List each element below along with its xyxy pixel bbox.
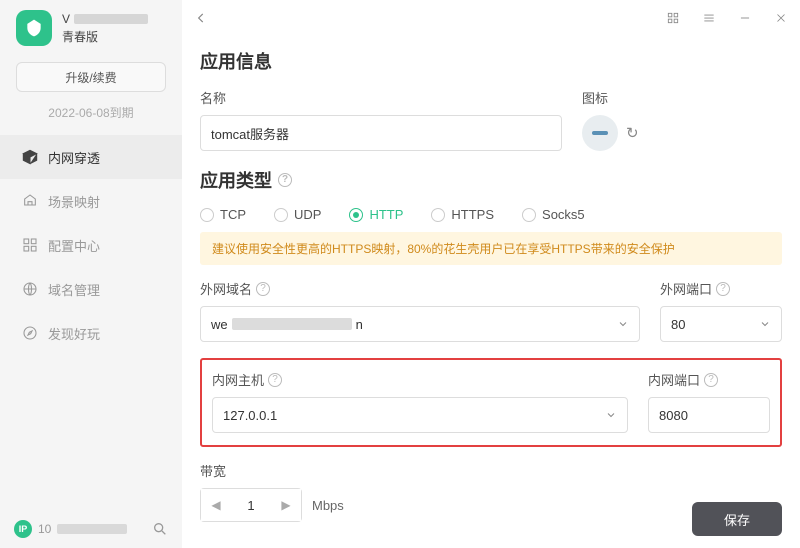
internal-host-highlight: 内网主机 ? 127.0.0.1 内网端口 ? bbox=[200, 358, 782, 447]
section-app-type: 应用类型 ? bbox=[200, 167, 782, 193]
radio-https[interactable]: HTTPS bbox=[431, 207, 494, 222]
sidebar: V 青春版 升级/续费 2022-06-08到期 内网穿透 场景映射 配置中心 bbox=[0, 0, 182, 548]
cube-icon bbox=[22, 149, 38, 165]
globe-icon bbox=[22, 281, 38, 297]
int-port-field[interactable] bbox=[659, 408, 759, 423]
protocol-radios: TCP UDP HTTP HTTPS Socks5 bbox=[200, 207, 782, 222]
edition-label: 青春版 bbox=[62, 28, 148, 45]
bandwidth-unit: Mbps bbox=[312, 498, 344, 513]
app-icon[interactable] bbox=[582, 115, 618, 151]
nav-config[interactable]: 配置中心 bbox=[0, 223, 182, 267]
nav-item-label: 内网穿透 bbox=[48, 148, 100, 167]
profile-block: V 青春版 bbox=[0, 0, 182, 52]
username-first-char: V bbox=[62, 12, 70, 26]
nav-tunnel[interactable]: 内网穿透 bbox=[0, 135, 182, 179]
minimize-icon[interactable] bbox=[738, 11, 752, 25]
nav-item-label: 配置中心 bbox=[48, 236, 100, 255]
int-host-label: 内网主机 ? bbox=[212, 370, 628, 389]
help-icon[interactable]: ? bbox=[704, 373, 718, 387]
help-icon[interactable]: ? bbox=[716, 282, 730, 296]
radio-tcp[interactable]: TCP bbox=[200, 207, 246, 222]
reload-icon[interactable]: ↻ bbox=[626, 124, 639, 142]
sidebar-footer: IP 10 bbox=[0, 510, 182, 548]
nav-item-label: 域名管理 bbox=[48, 280, 100, 299]
ip-mask bbox=[57, 524, 127, 534]
bandwidth-stepper[interactable]: ◀ 1 ▶ bbox=[200, 488, 302, 522]
close-icon[interactable] bbox=[774, 11, 788, 25]
help-icon[interactable]: ? bbox=[268, 373, 282, 387]
username-line: V bbox=[62, 12, 148, 26]
ext-port-select[interactable]: 80 bbox=[660, 306, 782, 342]
bandwidth-label: 带宽 bbox=[200, 461, 782, 480]
ip-badge: IP bbox=[14, 520, 32, 538]
chevron-down-icon bbox=[617, 318, 629, 330]
bandwidth-value: 1 bbox=[231, 498, 271, 513]
stepper-dec[interactable]: ◀ bbox=[201, 489, 231, 521]
int-port-label: 内网端口 ? bbox=[648, 370, 770, 389]
ext-domain-select[interactable]: we n bbox=[200, 306, 640, 342]
name-label: 名称 bbox=[200, 88, 562, 107]
expire-text: 2022-06-08到期 bbox=[0, 104, 182, 121]
nav-item-label: 发现好玩 bbox=[48, 324, 100, 343]
upgrade-button[interactable]: 升级/续费 bbox=[16, 62, 166, 92]
name-input-field[interactable] bbox=[211, 126, 551, 141]
content: 应用信息 名称 图标 ↻ 应用类型 ? bbox=[182, 36, 800, 548]
ip-prefix: 10 bbox=[38, 522, 51, 536]
back-icon[interactable] bbox=[194, 11, 208, 25]
scene-icon bbox=[22, 193, 38, 209]
main: 应用信息 名称 图标 ↻ 应用类型 ? bbox=[182, 0, 800, 548]
menu-icon[interactable] bbox=[702, 11, 716, 25]
ext-port-label: 外网端口 ? bbox=[660, 279, 782, 298]
apps-icon[interactable] bbox=[666, 11, 680, 25]
section-app-info: 应用信息 bbox=[200, 48, 782, 74]
avatar bbox=[16, 10, 52, 46]
chevron-down-icon bbox=[605, 409, 617, 421]
ext-domain-label: 外网域名 ? bbox=[200, 279, 640, 298]
radio-socks5[interactable]: Socks5 bbox=[522, 207, 585, 222]
nav-domain[interactable]: 域名管理 bbox=[0, 267, 182, 311]
nav-item-label: 场景映射 bbox=[48, 192, 100, 211]
nav-scene[interactable]: 场景映射 bbox=[0, 179, 182, 223]
stepper-inc[interactable]: ▶ bbox=[271, 489, 301, 521]
help-icon[interactable]: ? bbox=[278, 173, 292, 187]
int-port-input[interactable] bbox=[648, 397, 770, 433]
chevron-down-icon bbox=[759, 318, 771, 330]
https-banner: 建议使用安全性更高的HTTPS映射，80%的花生壳用户已在享受HTTPS带来的安… bbox=[200, 232, 782, 265]
compass-icon bbox=[22, 325, 38, 341]
save-button[interactable]: 保存 bbox=[692, 502, 782, 536]
titlebar bbox=[182, 0, 800, 36]
grid-icon bbox=[22, 237, 38, 253]
radio-http[interactable]: HTTP bbox=[349, 207, 403, 222]
int-host-select[interactable]: 127.0.0.1 bbox=[212, 397, 628, 433]
icon-label: 图标 bbox=[582, 88, 782, 107]
name-input[interactable] bbox=[200, 115, 562, 151]
help-icon[interactable]: ? bbox=[256, 282, 270, 296]
sidebar-nav: 内网穿透 场景映射 配置中心 域名管理 发现好玩 bbox=[0, 135, 182, 355]
domain-mask bbox=[232, 318, 352, 330]
search-icon[interactable] bbox=[152, 521, 168, 537]
username-mask bbox=[74, 14, 148, 24]
radio-udp[interactable]: UDP bbox=[274, 207, 321, 222]
nav-discover[interactable]: 发现好玩 bbox=[0, 311, 182, 355]
